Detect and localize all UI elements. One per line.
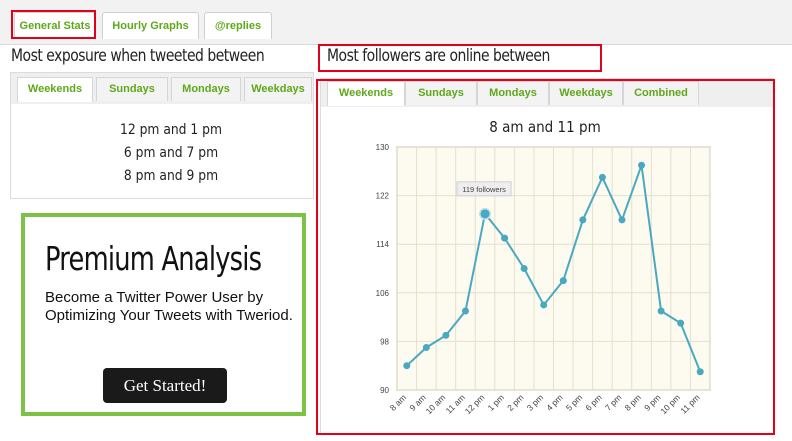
exposure-panel: Weekends Sundays Mondays Weekdays 12 pm …	[10, 72, 314, 199]
exposure-tab-weekends[interactable]: Weekends	[17, 77, 93, 102]
get-started-button[interactable]: Get Started!	[103, 368, 227, 403]
highlight-box-general-stats	[11, 10, 96, 39]
tab-hourly-graphs[interactable]: Hourly Graphs	[102, 12, 199, 39]
promo-title: Premium Analysis	[45, 239, 262, 278]
exposure-time-3: 8 pm and 9 pm	[123, 168, 219, 184]
highlight-box-followers-heading	[318, 44, 602, 72]
top-tab-bar: General Stats Hourly Graphs @replies	[0, 0, 792, 45]
highlight-box-chart	[316, 79, 775, 435]
exposure-time-1: 12 pm and 1 pm	[119, 122, 222, 138]
promo-body: Become a Twitter Power User by Optimizin…	[45, 289, 293, 324]
exposure-subtab-bar: Weekends Sundays Mondays Weekdays	[11, 73, 313, 104]
exposure-tab-mondays[interactable]: Mondays	[171, 77, 241, 101]
exposure-tab-weekdays[interactable]: Weekdays	[244, 77, 312, 101]
exposure-heading: Most exposure when tweeted between	[11, 46, 265, 66]
premium-promo: Premium Analysis Become a Twitter Power …	[21, 213, 306, 416]
exposure-time-2: 6 pm and 7 pm	[123, 145, 219, 161]
tab-replies[interactable]: @replies	[204, 12, 272, 39]
exposure-tab-sundays[interactable]: Sundays	[96, 77, 168, 101]
